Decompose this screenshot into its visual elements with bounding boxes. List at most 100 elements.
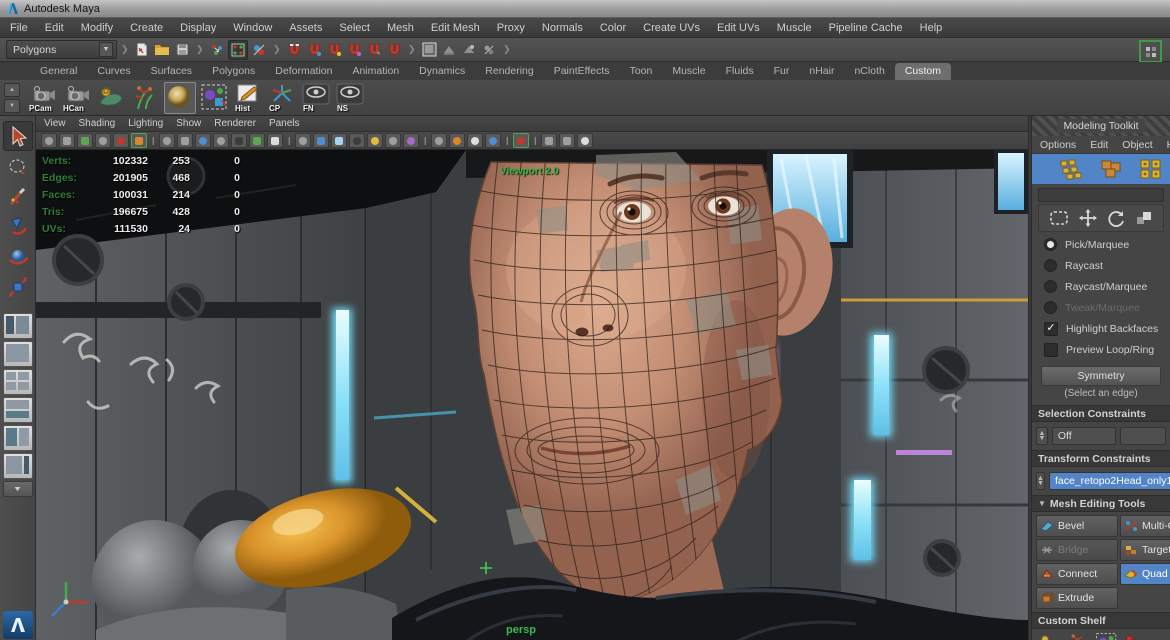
menu-color[interactable]: Color [600,22,626,34]
shelf-scroll-down-icon[interactable]: ▼ [4,99,20,113]
motion-blur-icon[interactable] [403,133,419,148]
sphere-shader-icon[interactable] [164,82,196,114]
stepper-icon[interactable]: ▲▼ [1036,472,1045,490]
vertex-mode-icon[interactable] [1058,157,1084,181]
shelf-tab-fluids[interactable]: Fluids [716,63,764,80]
group-separator[interactable]: ❯ [273,42,280,58]
shelf-tab-toon[interactable]: Toon [620,63,663,80]
shelf-tab-general[interactable]: General [30,63,87,80]
textured-icon[interactable] [331,133,347,148]
gamma-icon[interactable] [467,133,483,148]
camera-attributes-icon[interactable] [77,133,93,148]
menu-create-uvs[interactable]: Create UVs [643,22,700,34]
panel-menu-renderer[interactable]: Renderer [214,118,256,129]
group-separator[interactable]: ❯ [121,42,128,58]
menu-edit-uvs[interactable]: Edit UVs [717,22,760,34]
film-gate-icon[interactable] [159,133,175,148]
select-object-icon[interactable] [228,40,248,60]
layout-persp-graph-icon[interactable] [3,397,33,423]
safe-action-icon[interactable] [231,133,247,148]
hcan-camera-icon[interactable]: HCan [62,83,92,113]
menu-display[interactable]: Display [180,22,216,34]
render-settings-icon[interactable] [480,41,498,59]
snap-point-icon[interactable] [325,41,343,59]
multisample-icon[interactable] [431,133,447,148]
snap-projected-icon[interactable] [345,41,363,59]
maya-logo-icon[interactable] [3,611,33,639]
shelf-tab-painteffects[interactable]: PaintEffects [544,63,620,80]
group-separator[interactable]: ❯ [503,42,510,58]
select-component-icon[interactable] [250,41,268,59]
scale-icon[interactable] [1135,210,1153,226]
mtk-menu-options[interactable]: Options [1040,139,1076,151]
selection-constraint-dropdown[interactable]: Off [1052,427,1116,445]
mtk-menu-object[interactable]: Object [1122,139,1152,151]
panel-menu-show[interactable]: Show [176,118,201,129]
menu-assets[interactable]: Assets [289,22,322,34]
connect-button[interactable]: Connect [1036,563,1118,585]
select-camera-icon[interactable] [41,133,57,148]
plant-tool-icon[interactable] [1065,632,1091,640]
fn-eye-icon[interactable]: FN [302,83,332,113]
red-flag-icon[interactable] [1123,632,1137,640]
image-plane-icon[interactable] [113,133,129,148]
wireframe-icon[interactable] [295,133,311,148]
exposure-icon[interactable] [449,133,465,148]
multi-cut-button[interactable]: Multi-Cu [1120,515,1170,537]
paint-selection-icon[interactable] [1094,632,1120,640]
shelf-tab-polygons[interactable]: Polygons [202,63,265,80]
shadows-icon[interactable] [367,133,383,148]
target-weld-button[interactable]: Target W [1120,539,1170,561]
menu-window[interactable]: Window [233,22,272,34]
lasso-tool-icon[interactable] [4,153,32,181]
bookmarks-icon[interactable] [95,133,111,148]
shelf-tab-surfaces[interactable]: Surfaces [141,63,202,80]
mtk-menu-help[interactable]: Help [1167,139,1170,151]
panel-menu-lighting[interactable]: Lighting [128,118,163,129]
checkbox-preview-loop-ring[interactable]: Preview Loop/Ring [1032,339,1170,360]
lock-camera-icon[interactable] [59,133,75,148]
shelf-tab-curves[interactable]: Curves [87,63,140,80]
menu-create[interactable]: Create [130,22,163,34]
paint-select-tool-icon[interactable] [4,183,32,211]
isolate-select-icon[interactable] [485,133,501,148]
shelf-scroll-up-icon[interactable]: ▲ [4,83,20,97]
menu-pipeline-cache[interactable]: Pipeline Cache [829,22,903,34]
pcam-camera-icon[interactable]: PCam [28,83,58,113]
history-icon[interactable]: Hist [234,83,264,113]
menu-select[interactable]: Select [339,22,370,34]
menu-set-selector[interactable]: Polygons ▼ [6,40,117,59]
bevel-button[interactable]: Bevel [1036,515,1118,537]
viewport-canvas[interactable]: Verts:1023322530 Edges:2019054680 Faces:… [36,150,1028,640]
render-current-icon[interactable] [440,41,458,59]
modeling-toolkit-toggle-icon[interactable] [1139,40,1162,63]
shelf-tab-ncloth[interactable]: nCloth [844,63,894,80]
xray-icon[interactable] [513,133,529,148]
layout-single-pane-icon[interactable] [3,341,33,367]
face-mode-icon[interactable] [1138,157,1164,181]
plant-tool-icon[interactable] [130,83,160,113]
layout-outliner-persp-icon[interactable] [3,313,33,339]
cp-locator-icon[interactable]: CP [268,83,298,113]
shelf-tab-rendering[interactable]: Rendering [475,63,543,80]
radio-raycast-marquee[interactable]: Raycast/Marquee [1032,276,1170,297]
menu-modify[interactable]: Modify [81,22,113,34]
mtk-menu-edit[interactable]: Edit [1090,139,1108,151]
shelf-tab-nhair[interactable]: nHair [799,63,844,80]
snap-live-icon[interactable] [385,41,403,59]
section-custom-shelf[interactable]: Custom Shelf [1032,612,1170,629]
menu-edit[interactable]: Edit [45,22,64,34]
panel-menu-shading[interactable]: Shading [79,118,116,129]
shaded-icon[interactable] [313,133,329,148]
menu-muscle[interactable]: Muscle [777,22,812,34]
shelf-tab-deformation[interactable]: Deformation [265,63,342,80]
fill-mode-icon[interactable] [267,133,283,148]
snap-curve-icon[interactable] [305,41,323,59]
layout-persp-outliner-icon[interactable] [3,453,33,479]
title-bar[interactable]: Autodesk Maya [0,0,1170,18]
modeling-toolkit-header[interactable]: Modeling Toolkit [1032,116,1170,136]
menu-proxy[interactable]: Proxy [497,22,525,34]
menu-file[interactable]: File [10,22,28,34]
group-separator[interactable]: ❯ [408,42,415,58]
shelf-tab-dynamics[interactable]: Dynamics [409,63,475,80]
